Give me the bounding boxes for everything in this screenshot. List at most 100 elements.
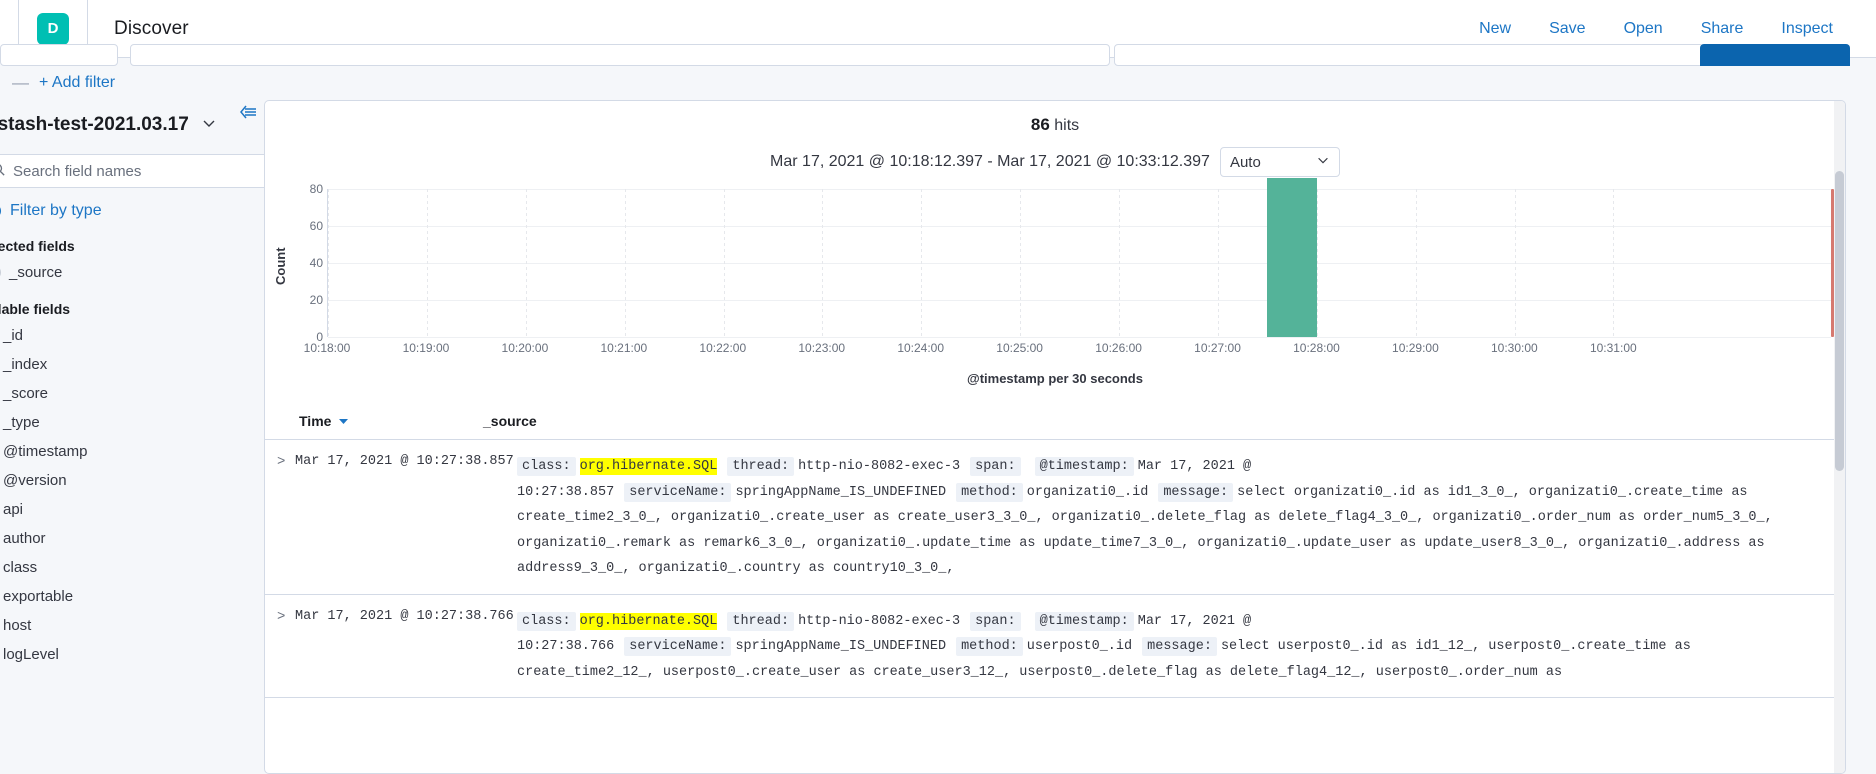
add-filter-button[interactable]: + Add filter	[39, 74, 115, 92]
field-key: method:	[956, 482, 1023, 502]
time-range-label: Mar 17, 2021 @ 10:18:12.397 - Mar 17, 20…	[770, 153, 1210, 170]
page-title: Discover	[114, 17, 189, 39]
x-tick-label: 10:19:00	[402, 341, 450, 355]
nav-inspect-button[interactable]: Inspect	[1762, 20, 1852, 38]
query-input[interactable]	[130, 44, 1110, 66]
y-axis-ticks: 0 20 40 60 80	[287, 182, 323, 344]
search-icon	[0, 162, 6, 182]
filter-by-type-label: Filter by type	[10, 202, 102, 219]
grid-line	[328, 263, 1831, 264]
hits-label: hits	[1054, 117, 1080, 134]
field-key: method:	[956, 637, 1023, 656]
date-picker[interactable]	[1114, 44, 1704, 66]
y-tick-label: 40	[309, 256, 323, 270]
row-time: Mar 17, 2021 @ 10:27:38.766	[295, 608, 514, 624]
field-key: span:	[970, 611, 1021, 631]
x-axis-label: @timestamp per 30 seconds	[967, 371, 1143, 386]
field-label: _score	[3, 385, 49, 402]
field-type-icon	[0, 265, 1, 280]
field-key: class:	[517, 457, 576, 476]
grid-line	[328, 337, 1831, 338]
x-tick-label: 10:25:00	[996, 341, 1043, 355]
collapse-sidebar-icon[interactable]	[238, 104, 258, 124]
interval-select[interactable]: Auto	[1219, 147, 1340, 177]
grid-line-vertical	[426, 189, 428, 337]
search-input[interactable]	[0, 161, 297, 181]
grid-line-vertical	[1514, 189, 1516, 337]
field-value: http-nio-8082-exec-3	[798, 459, 961, 474]
y-tick-label: 60	[309, 219, 323, 233]
index-pattern-name: gstash-test-2021.03.17	[0, 114, 189, 135]
field-key: span:	[970, 457, 1021, 476]
row-source: class: org.hibernate.SQL thread: http-nio-8…	[517, 454, 1845, 582]
field-label: author	[3, 530, 46, 547]
row-time: Mar 17, 2021 @ 10:27:38.857	[295, 454, 514, 469]
dataset-selector[interactable]	[0, 44, 118, 66]
sort-desc-icon[interactable]	[335, 413, 349, 429]
discover-app: D Discover New Save Open Share Inspect —…	[0, 0, 1876, 774]
grid-line	[328, 226, 1831, 227]
field-label: _id	[3, 327, 24, 344]
field-label: @version	[3, 472, 67, 489]
nav-new-button[interactable]: New	[1460, 20, 1530, 38]
x-tick-label: 10:30:00	[1491, 341, 1538, 355]
histogram-bar[interactable]	[1267, 177, 1317, 337]
grid-line-vertical	[1119, 189, 1121, 337]
query-bar-strip	[0, 44, 1876, 72]
field-label: _type	[3, 414, 40, 431]
field-key: serviceName:	[624, 482, 732, 502]
field-key: thread:	[727, 611, 795, 631]
field-label: host	[3, 617, 32, 634]
grid-line-vertical	[1217, 189, 1219, 337]
grid-line-vertical	[1020, 189, 1022, 337]
chevron-down-icon	[201, 115, 217, 136]
search-field-names-box[interactable]	[0, 154, 298, 188]
scrollbar-thumb[interactable]	[1835, 171, 1844, 471]
nav-share-button[interactable]: Share	[1682, 20, 1763, 38]
field-label: _source	[9, 264, 63, 281]
table-row[interactable]: > Mar 17, 2021 @ 10:27:38.766 class: org.…	[265, 595, 1845, 698]
filter-collapse-icon: —	[12, 73, 29, 92]
grid-line	[328, 300, 1831, 301]
field-value: org.hibernate.SQL	[579, 458, 718, 475]
field-value: springAppName_IS_UNDEFINED	[735, 639, 947, 654]
histogram-chart[interactable]: Count 0 20 40 60 80 10:18:00 10:19:00 10:20:00…	[265, 177, 1845, 397]
filter-by-type-button[interactable]: Filter by type 0	[0, 198, 298, 224]
x-tick-label: 10:28:00	[1293, 341, 1340, 355]
grid-line-vertical	[1316, 189, 1318, 337]
field-label: @timestamp	[3, 443, 88, 460]
nav-save-button[interactable]: Save	[1530, 20, 1604, 38]
x-tick-label: 10:21:00	[600, 341, 648, 355]
discover-main-panel: 86 hits Mar 17, 2021 @ 10:18:12.397 - Ma…	[264, 100, 1846, 774]
x-tick-label: 10:26:00	[1095, 341, 1142, 355]
field-key: thread:	[727, 457, 795, 476]
nav-open-button[interactable]: Open	[1605, 20, 1682, 38]
x-axis-ticks: 10:18:00 10:19:00 10:20:00 10:21:00 10:22:00…	[304, 341, 1831, 361]
grid-line-vertical	[1415, 189, 1417, 337]
field-label: class	[3, 559, 38, 576]
filter-icon	[0, 203, 2, 219]
expand-row-icon[interactable]: >	[265, 609, 295, 686]
field-key: @timestamp:	[1034, 611, 1134, 631]
column-header-source[interactable]: _source	[483, 413, 537, 429]
y-axis-label: Count	[273, 247, 288, 285]
hits-count: 86	[1030, 115, 1050, 134]
chevron-down-icon	[1316, 153, 1330, 171]
grid-line	[328, 189, 1831, 190]
filter-bar: — + Add filter	[0, 66, 1876, 100]
table-row[interactable]: > Mar 17, 2021 @ 10:27:38.857 class: org.…	[265, 440, 1845, 595]
field-value: organizati0_.id	[1026, 484, 1149, 500]
documents-table: Time _source > Mar 17, 2021 @ 10:27:38.8…	[265, 401, 1845, 698]
row-source: class: org.hibernate.SQL thread: http-nio-8…	[517, 609, 1845, 686]
column-label: Time	[299, 413, 332, 429]
expand-row-icon[interactable]: >	[265, 454, 295, 582]
field-key: message:	[1142, 637, 1217, 656]
chart-plot-area[interactable]	[327, 177, 1834, 338]
column-header-time[interactable]: Time	[265, 413, 483, 429]
field-key: @timestamp:	[1034, 457, 1134, 476]
main-scrollbar[interactable]	[1834, 101, 1845, 773]
x-tick-label: 10:22:00	[699, 341, 747, 355]
grid-line-vertical	[1613, 189, 1615, 337]
field-value: org.hibernate.SQL	[579, 612, 718, 630]
field-value: springAppName_IS_UNDEFINED	[735, 484, 947, 500]
